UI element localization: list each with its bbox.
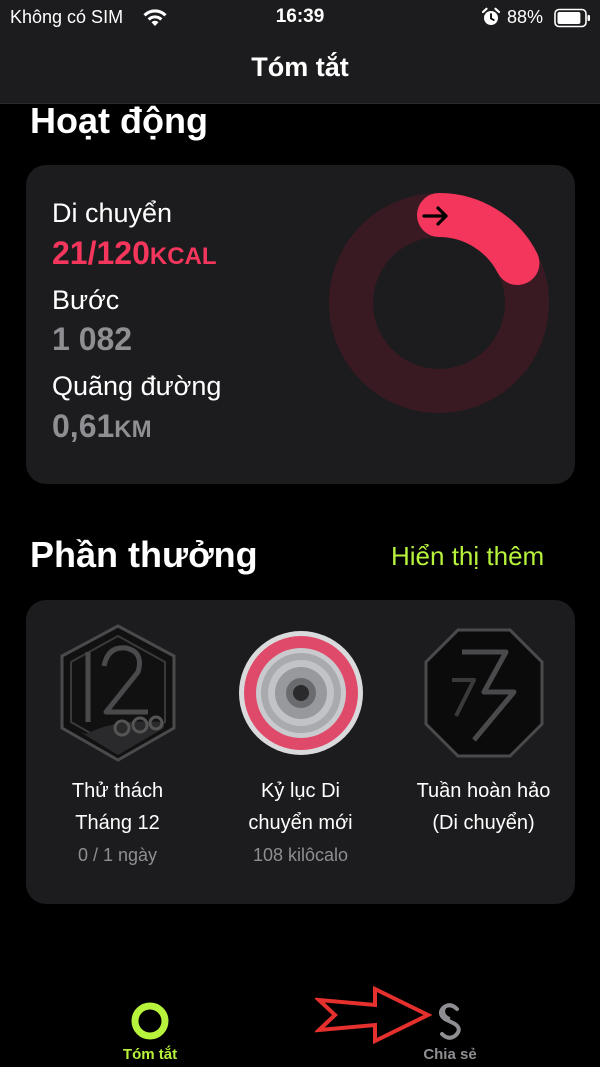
- battery-percent: 88%: [507, 7, 544, 27]
- status-bar: Không có SIM 16:39 88%: [0, 0, 600, 36]
- alarm-icon: [481, 7, 501, 25]
- activity-ring-icon: [131, 1002, 169, 1040]
- annotation-arrow-icon: [315, 986, 432, 1044]
- steps-label: Bước: [52, 285, 120, 315]
- award-title-line1: Kỷ lục Di: [261, 780, 340, 802]
- award-item[interactable]: Tuần hoàn hảo (Di chuyển): [392, 600, 575, 904]
- distance-value: 0,61KM: [52, 408, 152, 444]
- activity-section-title: Hoạt động: [30, 100, 208, 141]
- tab-summary[interactable]: Tóm tắt: [0, 980, 300, 1067]
- distance-label: Quãng đường: [52, 371, 222, 401]
- award-title-line2: (Di chuyển): [432, 812, 535, 834]
- december-challenge-badge-icon: [60, 624, 176, 762]
- steps-value: 1 082: [52, 321, 133, 357]
- award-title-line1: Thử thách: [71, 780, 164, 802]
- award-item[interactable]: Kỷ lục Di chuyển mới 108 kilôcalo: [209, 600, 392, 904]
- tab-label: Tóm tắt: [122, 1046, 178, 1063]
- activity-card[interactable]: Di chuyển 21/120KCAL Bước 1 082 Quãng đư…: [26, 165, 575, 484]
- award-item[interactable]: Thử thách Tháng 12 0 / 1 ngày: [26, 600, 209, 904]
- show-more-link[interactable]: Hiển thị thêm: [391, 541, 544, 572]
- awards-card: Thử thách Tháng 12 0 / 1 ngày Kỷ lục Di …: [26, 600, 575, 904]
- move-value: 21/120KCAL: [52, 235, 217, 271]
- award-title-line2: chuyển mới: [248, 812, 353, 834]
- move-ring: [329, 193, 549, 413]
- move-unit: KCAL: [149, 243, 217, 270]
- tab-bar: Tóm tắt Chia sẻ: [0, 980, 600, 1067]
- move-ring-progress: [417, 193, 540, 286]
- awards-section-title: Phần thưởng: [30, 534, 258, 575]
- navigation-bar: Tóm tắt: [0, 36, 600, 104]
- distance-unit: KM: [114, 416, 152, 443]
- tab-label: Chia sẻ: [423, 1046, 477, 1063]
- perfect-week-badge-icon: [424, 628, 544, 758]
- move-label: Di chuyển: [52, 198, 173, 228]
- move-record-medal-icon: [239, 631, 363, 755]
- award-title-line2: Tháng 12: [75, 812, 160, 834]
- battery-icon: [554, 8, 590, 28]
- page-title: Tóm tắt: [251, 52, 349, 82]
- award-title-line1: Tuần hoàn hảo: [416, 780, 551, 802]
- sharing-icon: [438, 1003, 461, 1040]
- award-subtitle: 0 / 1 ngày: [77, 845, 158, 865]
- award-subtitle: 108 kilôcalo: [252, 845, 349, 865]
